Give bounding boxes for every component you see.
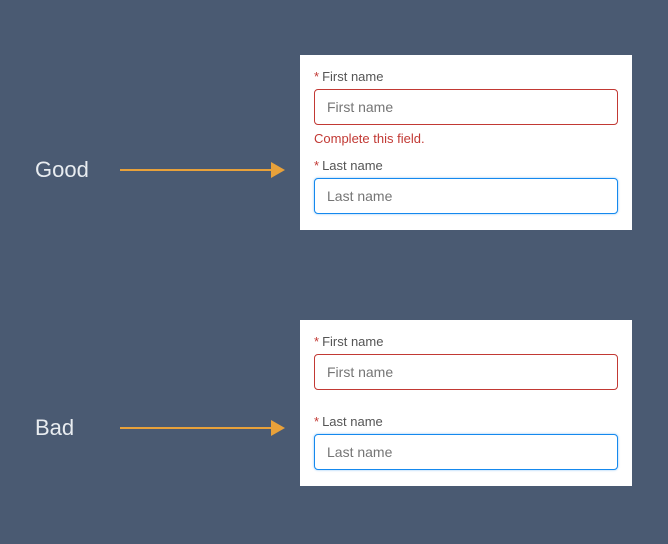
first-name-label: *First name — [314, 334, 618, 349]
first-name-label: *First name — [314, 69, 618, 84]
required-asterisk-icon: * — [314, 69, 319, 84]
last-name-input[interactable] — [314, 434, 618, 470]
first-name-input[interactable] — [314, 354, 618, 390]
arrow-icon — [120, 160, 285, 180]
last-name-input[interactable] — [314, 178, 618, 214]
last-name-label: *Last name — [314, 158, 618, 173]
good-label: Good — [35, 157, 105, 183]
last-name-label: *Last name — [314, 414, 618, 429]
bad-example-row: Bad *First name *Last name — [35, 320, 632, 486]
first-name-input[interactable] — [314, 89, 618, 125]
required-asterisk-icon: * — [314, 414, 319, 429]
required-asterisk-icon: * — [314, 334, 319, 349]
error-message: Complete this field. — [314, 131, 618, 146]
bad-label: Bad — [35, 415, 105, 441]
bad-form-card: *First name *Last name — [300, 320, 632, 486]
good-form-card: *First name Complete this field. *Last n… — [300, 55, 632, 230]
good-example-row: Good *First name Complete this field. *L… — [35, 55, 632, 230]
required-asterisk-icon: * — [314, 158, 319, 173]
arrow-icon — [120, 418, 285, 438]
